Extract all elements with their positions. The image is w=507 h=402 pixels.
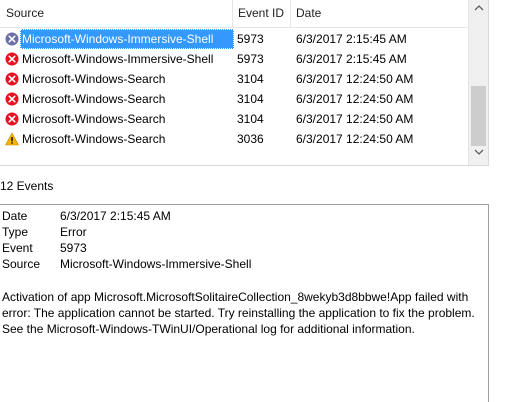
detail-type-label: Type bbox=[2, 225, 29, 239]
row-source-cell: Microsoft-Windows-Search bbox=[20, 129, 234, 149]
row-source-cell: Microsoft-Windows-Immersive-Shell bbox=[20, 29, 234, 49]
detail-source-label: Source bbox=[2, 257, 41, 271]
row-source: Microsoft-Windows-Search bbox=[22, 92, 166, 106]
row-source-cell: Microsoft-Windows-Search bbox=[20, 89, 234, 109]
row-date: 6/3/2017 12:24:50 AM bbox=[296, 132, 414, 146]
detail-type-value: Error bbox=[60, 225, 87, 239]
scrollbar-thumb[interactable] bbox=[471, 86, 486, 146]
row-date: 6/3/2017 2:15:45 AM bbox=[296, 32, 407, 46]
detail-date-label: Date bbox=[2, 209, 28, 223]
row-date: 6/3/2017 2:15:45 AM bbox=[296, 52, 407, 66]
chevron-up-icon[interactable] bbox=[469, 2, 488, 20]
table-row[interactable]: Microsoft-Windows-Search 3104 6/3/2017 12:… bbox=[0, 109, 469, 129]
detail-source-value: Microsoft-Windows-Immersive-Shell bbox=[60, 257, 252, 271]
table-row[interactable]: Microsoft-Windows-Immersive-Shell 5973 6/3… bbox=[0, 29, 469, 49]
row-event-id: 3036 bbox=[237, 132, 264, 146]
row-date: 6/3/2017 12:24:50 AM bbox=[296, 112, 414, 126]
event-message: Activation of app Microsoft.MicrosoftSol… bbox=[2, 290, 475, 336]
column-date-header[interactable]: Date bbox=[290, 0, 469, 27]
row-source-cell: Microsoft-Windows-Search bbox=[20, 109, 234, 129]
row-source: Microsoft-Windows-Search bbox=[22, 132, 166, 146]
row-date: 6/3/2017 12:24:50 AM bbox=[296, 92, 414, 106]
row-event-id: 5973 bbox=[237, 52, 264, 66]
row-source: Microsoft-Windows-Search bbox=[22, 112, 166, 126]
row-date: 6/3/2017 12:24:50 AM bbox=[296, 72, 414, 86]
table-row[interactable]: Microsoft-Windows-Search 3104 6/3/2017 12:… bbox=[0, 69, 469, 89]
column-source-header[interactable]: Source bbox=[0, 0, 232, 27]
table-row[interactable]: Microsoft-Windows-Search 3036 6/3/2017 12:… bbox=[0, 129, 469, 149]
event-details-pane: Date 6/3/2017 2:15:45 AM Type Error Even… bbox=[0, 204, 489, 402]
row-event-id: 3104 bbox=[237, 112, 264, 126]
detail-event-label: Event bbox=[2, 241, 33, 255]
row-source-cell: Microsoft-Windows-Immersive-Shell bbox=[20, 49, 234, 69]
vertical-scrollbar[interactable] bbox=[468, 0, 488, 165]
table-row[interactable]: Microsoft-Windows-Search 3104 6/3/2017 12:… bbox=[0, 89, 469, 109]
row-source: Microsoft-Windows-Immersive-Shell bbox=[22, 32, 214, 46]
event-list[interactable]: Source Event ID Date Microsoft-Windows-I… bbox=[0, 0, 489, 166]
chevron-down-icon[interactable] bbox=[469, 146, 488, 164]
row-event-id: 3104 bbox=[237, 92, 264, 106]
row-source-cell: Microsoft-Windows-Search bbox=[20, 69, 234, 89]
column-header: Source Event ID Date bbox=[0, 0, 469, 28]
row-event-id: 3104 bbox=[237, 72, 264, 86]
row-event-id: 5973 bbox=[237, 32, 264, 46]
table-row[interactable]: Microsoft-Windows-Immersive-Shell 5973 6/3… bbox=[0, 49, 469, 69]
column-event-id-header[interactable]: Event ID bbox=[232, 0, 290, 27]
row-source: Microsoft-Windows-Search bbox=[22, 72, 166, 86]
detail-date-value: 6/3/2017 2:15:45 AM bbox=[60, 209, 171, 223]
detail-event-value: 5973 bbox=[60, 241, 87, 255]
row-source: Microsoft-Windows-Immersive-Shell bbox=[22, 52, 214, 66]
event-count: 12 Events bbox=[0, 179, 54, 193]
